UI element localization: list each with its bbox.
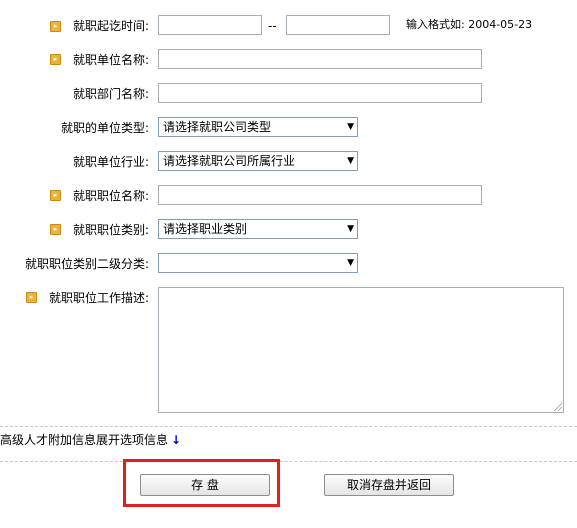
dropdown-arrow-icon: ▼ xyxy=(347,224,354,234)
expand-options-link[interactable]: 展开选项信息 xyxy=(96,433,168,447)
label-position-category: 就职职位类别: xyxy=(72,223,149,237)
date-separator: -- xyxy=(268,19,277,33)
industry-selected: 请选择就职公司所属行业 xyxy=(163,154,296,168)
dropdown-arrow-icon: ▼ xyxy=(347,258,354,268)
divider xyxy=(0,461,577,462)
label-department: 就职部门名称: xyxy=(72,87,149,101)
label-position-name: 就职职位名称: xyxy=(72,189,149,203)
company-type-selected: 请选择就职公司类型 xyxy=(163,120,272,134)
label-company-name: 就职单位名称: xyxy=(72,53,149,67)
company-type-select[interactable]: 请选择就职公司类型 ▼ xyxy=(158,117,358,137)
label-job-description: 就职职位工作描述: xyxy=(48,291,149,305)
position-name-input[interactable] xyxy=(158,185,482,205)
resize-grip-icon[interactable] xyxy=(554,403,562,411)
extra-info-prefix: 高级人才附加信息 xyxy=(0,433,97,447)
company-name-input[interactable] xyxy=(158,49,482,69)
end-date-input[interactable] xyxy=(286,15,390,35)
extra-info-line: 高级人才附加信息展开选项信息 ↓ xyxy=(0,432,181,448)
label-start-date: 就职起讫时间: xyxy=(72,19,149,33)
save-button[interactable]: 存 盘 xyxy=(140,474,270,496)
label-company-type: 就职的单位类型: xyxy=(60,121,149,135)
cancel-return-button[interactable]: 取消存盘并返回 xyxy=(324,474,454,496)
start-date-input[interactable] xyxy=(158,15,262,35)
position-subcategory-select[interactable]: ▼ xyxy=(158,253,358,273)
required-marker-icon: ▸ xyxy=(50,54,61,65)
required-marker-icon: ▸ xyxy=(50,190,61,201)
dropdown-arrow-icon: ▼ xyxy=(347,156,354,166)
required-marker-icon: ▸ xyxy=(50,224,61,235)
label-industry: 就职单位行业: xyxy=(72,155,149,169)
position-category-select[interactable]: 请选择职业类别 ▼ xyxy=(158,219,358,239)
dropdown-arrow-icon: ▼ xyxy=(347,122,354,132)
required-marker-icon: ▸ xyxy=(50,21,61,32)
industry-select[interactable]: 请选择就职公司所属行业 ▼ xyxy=(158,151,358,171)
position-category-selected: 请选择职业类别 xyxy=(163,222,248,236)
label-position-subcategory: 就职职位类别二级分类: xyxy=(24,257,149,271)
job-description-textarea[interactable] xyxy=(158,287,564,413)
department-input[interactable] xyxy=(158,83,482,103)
divider xyxy=(0,426,577,427)
required-marker-icon: ▸ xyxy=(26,292,37,303)
arrow-down-icon[interactable]: ↓ xyxy=(171,433,181,447)
date-format-hint: 输入格式如: 2004-05-23 xyxy=(406,18,533,31)
